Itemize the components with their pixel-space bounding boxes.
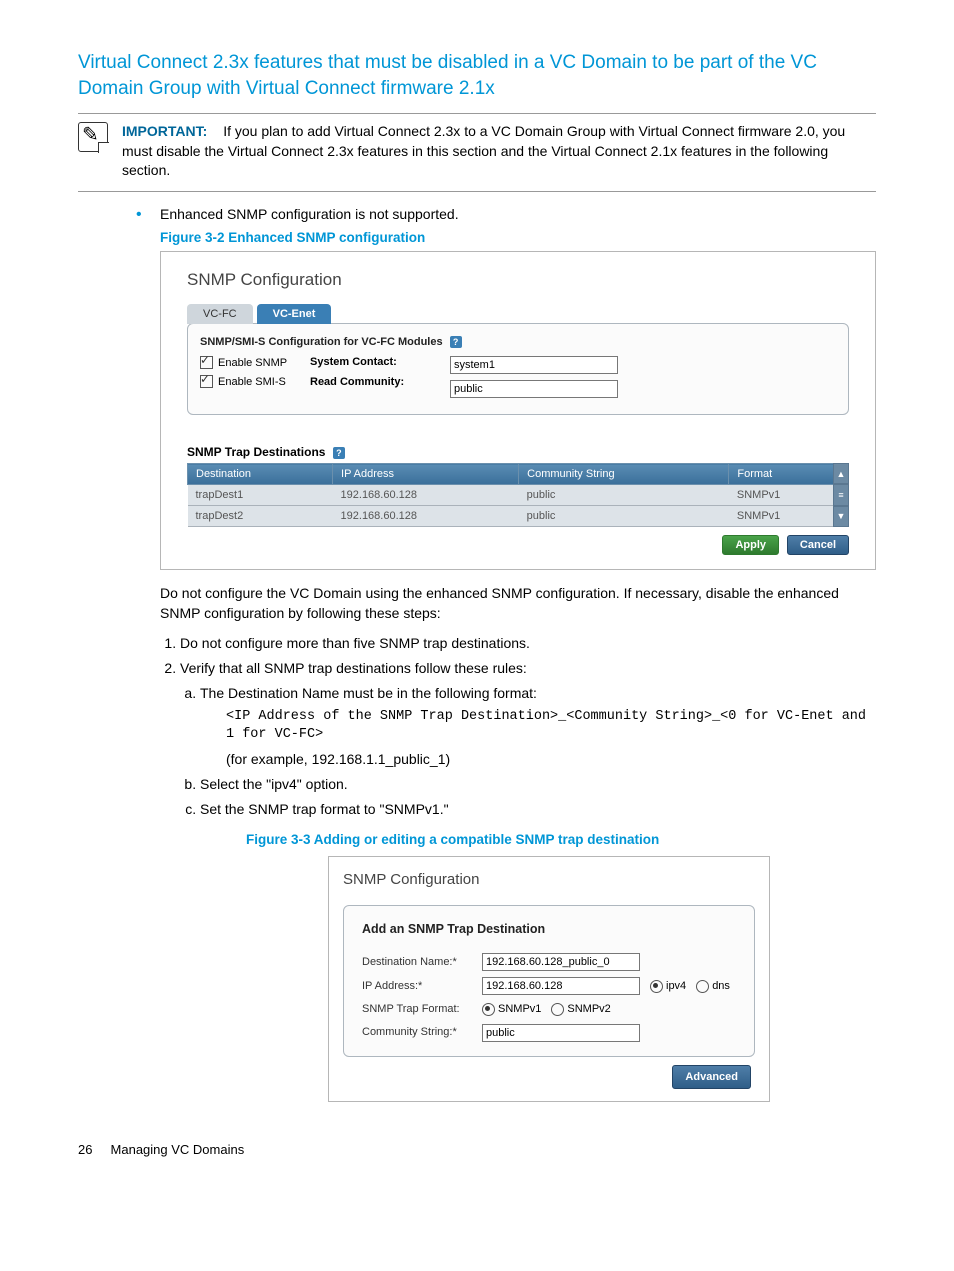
trap-destinations-title: SNMP Trap Destinations [187, 445, 325, 459]
snmpv2-label: SNMPv2 [567, 1001, 610, 1018]
col-ip[interactable]: IP Address [333, 464, 519, 485]
section-heading: Virtual Connect 2.3x features that must … [78, 50, 876, 101]
example-text: (for example, 192.168.1.1_public_1) [226, 749, 876, 770]
help-icon[interactable]: ? [450, 336, 462, 348]
dns-label: dns [712, 978, 730, 995]
enable-smis-checkbox[interactable]: Enable SMI-S [200, 375, 310, 388]
figure-3-2-screenshot: SNMP Configuration VC-FC VC-Enet SNMP/SM… [160, 251, 876, 570]
figure-3-3-screenshot: SNMP Configuration Add an SNMP Trap Dest… [328, 856, 770, 1102]
col-community[interactable]: Community String [519, 464, 729, 485]
scroll-up-icon[interactable]: ▲ [833, 463, 849, 484]
cell-ip: 192.168.60.128 [333, 506, 519, 527]
snmp-config-title-2: SNMP Configuration [343, 869, 755, 892]
scrollbar[interactable]: ▲ ≡ ▼ [833, 463, 849, 527]
community-string-input[interactable] [482, 1024, 640, 1042]
page-number: 26 [78, 1142, 92, 1157]
ipv4-label: ipv4 [666, 978, 686, 995]
step-2c: Set the SNMP trap format to "SNMPv1." [200, 799, 876, 820]
system-contact-label: System Contact: [310, 356, 450, 368]
read-community-label: Read Community: [310, 376, 450, 388]
cell-community: public [519, 506, 729, 527]
important-text: If you plan to add Virtual Connect 2.3x … [122, 123, 845, 178]
snmp-smis-panel: SNMP/SMI-S Configuration for VC-FC Modul… [187, 323, 849, 415]
checkbox-icon [200, 375, 213, 388]
scroll-down-icon[interactable]: ▼ [833, 506, 849, 527]
bullet-item: Enhanced SNMP configuration is not suppo… [160, 206, 876, 222]
step-2: Verify that all SNMP trap destinations f… [180, 658, 876, 1102]
help-icon[interactable]: ? [333, 447, 345, 459]
important-note: IMPORTANT: If you plan to add Virtual Co… [78, 113, 876, 192]
paragraph: Do not configure the VC Domain using the… [160, 584, 876, 623]
step-2-text: Verify that all SNMP trap destinations f… [180, 660, 527, 676]
step-2a-text: The Destination Name must be in the foll… [200, 685, 537, 701]
snmpv2-radio[interactable] [551, 1003, 564, 1016]
checkbox-icon [200, 356, 213, 369]
step-2a: The Destination Name must be in the foll… [200, 683, 876, 769]
cell-community: public [519, 485, 729, 506]
trap-destinations-table: Destination IP Address Community String … [187, 463, 849, 527]
panel-title: SNMP/SMI-S Configuration for VC-FC Modul… [200, 336, 443, 348]
snmpv1-radio[interactable] [482, 1003, 495, 1016]
ip-address-label: IP Address:* [362, 978, 482, 995]
table-row[interactable]: trapDest1 192.168.60.128 public SNMPv1 [188, 485, 849, 506]
tab-vc-fc[interactable]: VC-FC [187, 304, 253, 324]
figure-3-3-caption: Figure 3-3 Adding or editing a compatibl… [246, 830, 876, 850]
tab-vc-enet[interactable]: VC-Enet [257, 304, 332, 324]
enable-smis-label: Enable SMI-S [218, 376, 286, 388]
ip-address-input[interactable] [482, 977, 640, 995]
cancel-button[interactable]: Cancel [787, 535, 849, 555]
community-string-label: Community String:* [362, 1024, 482, 1041]
table-row[interactable]: trapDest2 192.168.60.128 public SNMPv1 [188, 506, 849, 527]
scroll-mid-icon[interactable]: ≡ [833, 484, 849, 505]
col-destination[interactable]: Destination [188, 464, 333, 485]
ipv4-radio[interactable] [650, 980, 663, 993]
read-community-input[interactable] [450, 380, 618, 398]
cell-format: SNMPv1 [729, 506, 849, 527]
destination-name-label: Destination Name:* [362, 954, 482, 971]
apply-button[interactable]: Apply [722, 535, 779, 555]
page-footer: 26 Managing VC Domains [78, 1142, 876, 1157]
code-format: <IP Address of the SNMP Trap Destination… [226, 708, 876, 744]
system-contact-input[interactable] [450, 356, 618, 374]
important-label: IMPORTANT: [122, 123, 207, 139]
col-format[interactable]: Format [729, 464, 849, 485]
destination-name-input[interactable] [482, 953, 640, 971]
trap-format-label: SNMP Trap Format: [362, 1001, 482, 1018]
cell-destination: trapDest1 [188, 485, 333, 506]
cell-ip: 192.168.60.128 [333, 485, 519, 506]
add-trap-title: Add an SNMP Trap Destination [362, 920, 736, 939]
note-icon [78, 122, 108, 152]
snmpv1-label: SNMPv1 [498, 1001, 541, 1018]
cell-destination: trapDest2 [188, 506, 333, 527]
step-1: Do not configure more than five SNMP tra… [180, 633, 876, 654]
enable-snmp-label: Enable SNMP [218, 357, 287, 369]
figure-3-2-caption: Figure 3-2 Enhanced SNMP configuration [160, 230, 876, 245]
advanced-button[interactable]: Advanced [672, 1065, 751, 1090]
step-2b: Select the "ipv4" option. [200, 774, 876, 795]
enable-snmp-checkbox[interactable]: Enable SNMP [200, 356, 310, 369]
snmp-config-title: SNMP Configuration [187, 270, 849, 290]
section-name: Managing VC Domains [111, 1142, 245, 1157]
add-trap-panel: Add an SNMP Trap Destination Destination… [343, 905, 755, 1056]
cell-format: SNMPv1 [729, 485, 849, 506]
dns-radio[interactable] [696, 980, 709, 993]
